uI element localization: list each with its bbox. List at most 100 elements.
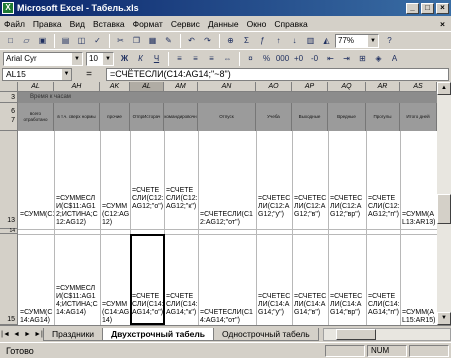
scroll-thumb[interactable]	[335, 328, 376, 340]
menu-tools[interactable]: Сервис	[167, 19, 204, 29]
column-header[interactable]: AR	[366, 82, 400, 92]
font-color-icon[interactable]: A	[387, 51, 402, 66]
percent-icon[interactable]: %	[259, 51, 274, 66]
align-left-icon[interactable]: ≡	[172, 51, 187, 66]
menu-insert[interactable]: Вставка	[89, 19, 129, 29]
undo-icon[interactable]: ↶	[184, 33, 199, 48]
select-all-corner[interactable]	[0, 82, 18, 92]
header-cell[interactable]: Отпуск	[198, 103, 256, 131]
inc-decimal-icon[interactable]: +0	[291, 51, 306, 66]
scroll-up-icon[interactable]: ▲	[437, 82, 451, 95]
cell-row13-col7[interactable]: =СЧЁТЕСЛИ(C12:AG12;"у")	[257, 195, 292, 219]
menu-view[interactable]: Вид	[66, 19, 89, 29]
currency-icon[interactable]: ¤	[243, 51, 258, 66]
column-header[interactable]: AM	[164, 82, 198, 92]
row-header[interactable]: 13	[0, 131, 18, 229]
cell-row13-col2[interactable]: =СУММЕСЛИ(C$11:AG12;ИСТИНА;C12:AG12)	[55, 195, 100, 227]
preview-icon[interactable]: ◫	[74, 33, 89, 48]
row-header[interactable]: 3	[0, 92, 18, 103]
menu-window[interactable]: Окно	[243, 19, 271, 29]
column-header[interactable]: AS	[400, 82, 437, 92]
font-combo[interactable]: Arial Cyr ▼	[3, 51, 83, 66]
chevron-down-icon[interactable]: ▼	[62, 69, 71, 80]
column-header[interactable]: AO	[256, 82, 292, 92]
column-header[interactable]: AK	[100, 82, 130, 92]
drawing-icon[interactable]: ◭	[319, 33, 334, 48]
formula-input[interactable]: =СЧЁТЕСЛИ(C14:AG14;"~8")	[106, 68, 449, 81]
cell-row15-col11[interactable]: =СУММ(AL15:AR15)	[401, 309, 437, 325]
cell-row15-col10[interactable]: =СЧЁТЕСЛИ(C14:AG14;"п")	[367, 293, 400, 317]
menu-help[interactable]: Справка	[270, 19, 311, 29]
header-cell[interactable]: в т.ч. сверх нормы	[54, 103, 100, 131]
menu-data[interactable]: Данные	[204, 19, 243, 29]
hyperlink-icon[interactable]: ⊕	[223, 33, 238, 48]
menu-file[interactable]: Файл	[0, 19, 29, 29]
cell-row13-col11[interactable]: =СУММ(AL13:AR13)	[401, 211, 437, 227]
cell-row15-col9[interactable]: =СЧЁТЕСЛИ(C14:AG14;"вр")	[329, 293, 366, 317]
cell-row13-col3[interactable]: =СУММ(C12:AG12)	[101, 203, 130, 227]
column-header[interactable]: AL	[18, 82, 54, 92]
cell-row13-col6[interactable]: =СЧЁТЕСЛИ(C12:AG12;"от")	[199, 211, 256, 227]
open-icon[interactable]: ▱	[19, 33, 34, 48]
cut-icon[interactable]: ✂	[113, 33, 128, 48]
paste-icon[interactable]: ▦	[145, 33, 160, 48]
column-header-selected[interactable]: AL	[130, 82, 164, 92]
header-cell[interactable]: прочие	[100, 103, 130, 131]
zoom-combo[interactable]: 77% ▼	[335, 33, 379, 48]
print-icon[interactable]: ▤	[58, 33, 73, 48]
cell-row13-col9[interactable]: =СЧЁТЕСЛИ(C12:AG12;"вр")	[329, 195, 366, 219]
sheet-tab-holidays[interactable]: Праздники	[43, 327, 104, 341]
cell-row13-col4[interactable]: =СЧЁТЕСЛИ(C12:AG12;"о")	[131, 187, 164, 211]
vertical-scrollbar[interactable]: ▲ ▼	[437, 82, 451, 325]
help-icon[interactable]: ?	[382, 33, 397, 48]
cell-row13-col5[interactable]: =СЧЁТЕСЛИ(C12:AG12;"к")	[165, 187, 198, 211]
prev-sheet-icon[interactable]: ◄	[11, 328, 22, 341]
sheet-tab-one-line[interactable]: Однострочный табель	[212, 327, 319, 341]
chevron-down-icon[interactable]: ▼	[72, 52, 82, 65]
row-header[interactable]: 67	[0, 103, 18, 131]
chevron-down-icon[interactable]: ▼	[368, 34, 378, 47]
cell-row15-col6[interactable]: =СЧЁТЕСЛИ(C14:AG14;"от")	[199, 309, 256, 325]
close-button[interactable]: ×	[436, 2, 449, 14]
align-right-icon[interactable]: ≡	[204, 51, 219, 66]
cell-row13-col8[interactable]: =СЧЁТЕСЛИ(C12:AG12;"в")	[293, 195, 328, 219]
bold-button[interactable]: Ж	[117, 51, 132, 66]
first-sheet-icon[interactable]: |◄	[0, 328, 11, 341]
inc-indent-icon[interactable]: ⇥	[339, 51, 354, 66]
italic-button[interactable]: К	[133, 51, 148, 66]
sort-desc-icon[interactable]: ↓	[287, 33, 302, 48]
fill-color-icon[interactable]: ◈	[371, 51, 386, 66]
cell-row13-col10[interactable]: =СЧЁТЕСЛИ(C12:AG12;"п")	[367, 195, 400, 219]
cell-row15-col8[interactable]: =СЧЁТЕСЛИ(C14:AG14;"в")	[293, 293, 328, 317]
next-sheet-icon[interactable]: ►	[22, 328, 33, 341]
cell-row15-col1[interactable]: =СУММ(C14:AG14)	[19, 309, 54, 325]
font-size-combo[interactable]: 10 ▼	[86, 51, 114, 66]
column-header[interactable]: AN	[198, 82, 256, 92]
row-header[interactable]: 15	[0, 234, 18, 325]
scroll-down-icon[interactable]: ▼	[437, 312, 451, 325]
chart-wizard-icon[interactable]: ▥	[303, 33, 318, 48]
header-cell[interactable]: командировочн	[164, 103, 198, 131]
new-icon[interactable]: □	[3, 33, 18, 48]
header-cell[interactable]: Учеба	[256, 103, 292, 131]
save-icon[interactable]: ▣	[35, 33, 50, 48]
cell-row15-col7[interactable]: =СЧЁТЕСЛИ(C14:AG14;"у")	[257, 293, 292, 317]
function-icon[interactable]: ƒ	[255, 33, 270, 48]
align-center-icon[interactable]: ≡	[188, 51, 203, 66]
menu-format[interactable]: Формат	[129, 19, 167, 29]
cell-row15-col2[interactable]: =СУММЕСЛИ(C$11:AG14;ИСТИНА;C14:AG14)	[55, 285, 100, 317]
format-painter-icon[interactable]: ✎	[161, 33, 176, 48]
cell-row13-col1[interactable]: =СУММ(C12:AG12)	[19, 211, 54, 219]
scroll-thumb[interactable]	[437, 194, 451, 224]
column-header[interactable]: AP	[292, 82, 328, 92]
horizontal-scrollbar[interactable]	[322, 327, 451, 341]
name-box[interactable]: AL15 ▼	[2, 68, 72, 81]
thousands-icon[interactable]: 000	[275, 51, 290, 66]
autosum-icon[interactable]: Σ	[239, 33, 254, 48]
spell-icon[interactable]: ✓	[90, 33, 105, 48]
minimize-button[interactable]: _	[406, 2, 419, 14]
maximize-button[interactable]: □	[421, 2, 434, 14]
sheet-tab-two-line[interactable]: Двухстрочный табель	[102, 327, 214, 341]
column-header[interactable]: AH	[54, 82, 100, 92]
header-cell[interactable]: Вредные	[328, 103, 366, 131]
